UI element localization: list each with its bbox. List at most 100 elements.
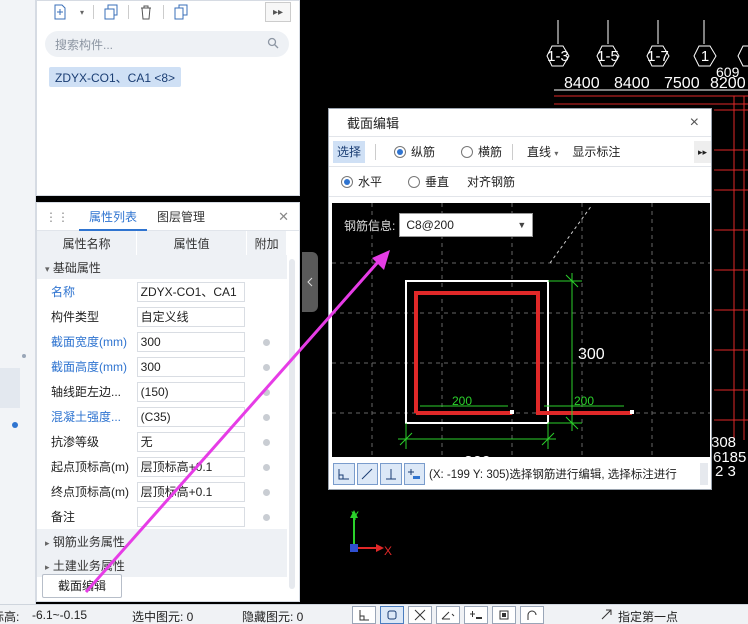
property-extra-cell: [247, 329, 287, 354]
strip-marker: [22, 354, 26, 358]
property-row[interactable]: 轴线距左边... (150): [37, 379, 287, 404]
orthogonal-snap-icon[interactable]: [333, 463, 355, 485]
tab-layer-manager[interactable]: 图层管理: [147, 203, 215, 231]
extra-checkbox-icon[interactable]: [263, 438, 271, 446]
show-label-button[interactable]: 显示标注: [568, 141, 624, 163]
tab-property-list[interactable]: 属性列表: [79, 203, 148, 231]
property-value-input[interactable]: 层顶标高+0.1: [136, 456, 245, 477]
group-rebar[interactable]: ▸ 钢筋业务属性: [37, 529, 287, 553]
search-icon[interactable]: [267, 37, 279, 52]
property-value-input[interactable]: [136, 506, 245, 527]
header-name: 属性名称: [37, 231, 138, 255]
arc-icon[interactable]: [520, 606, 544, 624]
property-row[interactable]: 截面高度(mm) 300: [37, 354, 287, 379]
transverse-radio[interactable]: 横筋: [461, 143, 502, 160]
copy-icon[interactable]: [100, 2, 122, 22]
height-dimension: 300: [578, 346, 605, 363]
property-value-input[interactable]: (C35): [136, 406, 245, 427]
angle-snap-icon[interactable]: [356, 463, 378, 485]
offset-icon[interactable]: [464, 606, 488, 624]
dialog-options-row: 水平 垂直 对齐钢筋: [329, 167, 711, 197]
property-panel: ⋮⋮ 属性列表 图层管理 ✕ 属性名称 属性值 附加 ▾ 基础属性 名称 ZDYX…: [36, 202, 300, 602]
extra-checkbox-icon[interactable]: [263, 488, 271, 496]
extra-checkbox-icon[interactable]: [263, 388, 271, 396]
strip-selection[interactable]: [0, 368, 20, 408]
section-drawing: 300 300 200 200: [332, 203, 710, 457]
section-edit-button[interactable]: 截面编辑: [42, 574, 122, 598]
transverse-label: 横筋: [478, 145, 503, 159]
property-value-input[interactable]: (150): [136, 381, 245, 402]
line-label: 直线: [527, 144, 552, 159]
property-extra-cell: [247, 404, 287, 429]
vertical-radio[interactable]: 垂直: [408, 173, 449, 190]
strip-indicator: [12, 422, 18, 428]
extra-checkbox-icon[interactable]: [263, 363, 271, 371]
extra-checkbox-icon[interactable]: [263, 338, 271, 346]
left-tool-strip: [0, 0, 36, 604]
property-row[interactable]: 备注: [37, 504, 287, 529]
layer-icon[interactable]: [492, 606, 516, 624]
status-bar: 标高: -6.1~-0.15 选中图元: 0 隐藏图元: 0: [0, 604, 748, 624]
property-row[interactable]: 终点顶标高(m) 层顶标高+0.1: [37, 479, 287, 504]
dialog-status-bar: (X: -199 Y: 305)选择钢筋进行编辑, 选择标注进行: [332, 461, 710, 487]
property-value-cell: (C35): [136, 404, 247, 429]
radio-on-icon: [341, 175, 353, 188]
property-value-input[interactable]: 300: [136, 331, 245, 352]
drag-handle-icon[interactable]: ⋮⋮: [45, 210, 69, 224]
close-icon[interactable]: ×: [690, 114, 699, 132]
extra-checkbox-icon[interactable]: [263, 463, 271, 471]
property-value-cell: [136, 504, 247, 529]
panel-collapse-handle[interactable]: [302, 252, 318, 312]
property-value-input[interactable]: 层顶标高+0.1: [136, 481, 245, 502]
section-canvas[interactable]: 300 300 200 200 钢筋信息: C8@200 ▼: [332, 203, 710, 457]
rebar-info: 钢筋信息: C8@200 ▼: [344, 213, 534, 237]
extra-checkbox-icon[interactable]: [263, 413, 271, 421]
component-search-input[interactable]: 搜索构件...: [45, 31, 289, 57]
property-row[interactable]: 名称 ZDYX-CO1、CA1: [37, 279, 287, 304]
expand-icon[interactable]: ▸: [45, 538, 50, 548]
cross-snap-icon[interactable]: [408, 606, 432, 624]
selected-component-item[interactable]: ZDYX-CO1、CA1 <8>: [49, 67, 182, 87]
property-row[interactable]: 构件类型 自定义线: [37, 304, 287, 329]
horizontal-radio[interactable]: 水平: [341, 173, 382, 190]
close-icon[interactable]: ✕: [278, 209, 289, 225]
property-value-input[interactable]: 300: [136, 356, 245, 377]
property-row[interactable]: 抗渗等级 无: [37, 429, 287, 454]
extra-checkbox-icon[interactable]: [263, 513, 271, 521]
delete-icon[interactable]: [135, 2, 157, 22]
dialog-title: 截面编辑: [347, 116, 400, 131]
property-value-input[interactable]: 自定义线: [136, 306, 245, 327]
status-scrollbar[interactable]: [700, 463, 708, 485]
dimension-text: 7500: [664, 75, 700, 92]
property-row[interactable]: 起点顶标高(m) 层顶标高+0.1: [37, 454, 287, 479]
expand-icon[interactable]: ▸: [45, 562, 50, 572]
line-dropdown[interactable]: 直线 ▾: [523, 141, 562, 163]
pick-point-icon[interactable]: [600, 608, 614, 623]
more-tools-button[interactable]: ▸▸: [265, 2, 291, 22]
axis-label: 1-3: [547, 48, 569, 65]
group-basic[interactable]: ▾ 基础属性: [37, 255, 287, 279]
perpendicular-snap-icon[interactable]: [380, 463, 402, 485]
new-component-icon[interactable]: [49, 2, 71, 22]
property-value-input[interactable]: ZDYX-CO1、CA1: [136, 281, 245, 302]
collapse-icon[interactable]: ▾: [45, 264, 50, 274]
angle-icon[interactable]: [436, 606, 460, 624]
ortho-icon[interactable]: [352, 606, 376, 624]
object-snap-icon[interactable]: [380, 606, 404, 624]
property-row[interactable]: 混凝土强度... (C35): [37, 404, 287, 429]
rebar-info-label: 钢筋信息:: [344, 218, 396, 233]
property-scrollbar[interactable]: [289, 259, 295, 589]
more-button[interactable]: ▸▸: [693, 140, 711, 163]
group-basic-label: 基础属性: [52, 260, 101, 275]
dialog-toolbar: 选择 纵筋 横筋 直线 ▾ 显示标注 ▸▸: [329, 137, 711, 167]
longitudinal-radio[interactable]: 纵筋: [394, 143, 435, 160]
duplicate-icon[interactable]: [170, 2, 192, 22]
add-point-icon[interactable]: [403, 463, 425, 485]
property-value-input[interactable]: 无: [136, 431, 245, 452]
dropdown-arrow-icon[interactable]: ▾: [77, 2, 87, 22]
align-rebar-button[interactable]: 对齐钢筋: [463, 171, 519, 193]
rebar-info-select[interactable]: C8@200 ▼: [399, 213, 534, 237]
property-row[interactable]: 截面宽度(mm) 300: [37, 329, 287, 354]
select-button[interactable]: 选择: [333, 140, 366, 163]
chevron-down-icon: ▼: [517, 220, 527, 230]
